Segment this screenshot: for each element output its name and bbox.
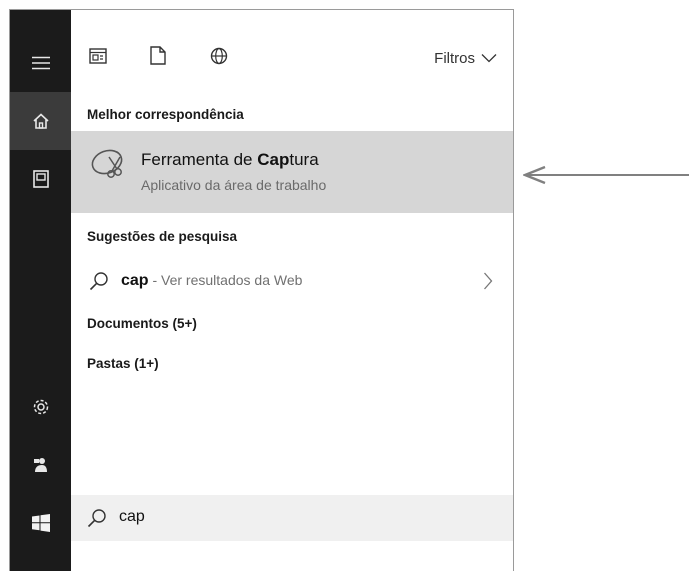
snipping-tool-icon (87, 145, 127, 185)
best-match-result[interactable]: Ferramenta de Captura Aplicativo da área… (71, 131, 513, 213)
chevron-down-icon (481, 50, 497, 67)
suggestion-hint: - Ver resultados da Web (148, 272, 303, 288)
title-suffix: tura (289, 150, 319, 169)
search-input[interactable]: cap (119, 508, 145, 526)
hamburger-menu-icon (31, 56, 50, 70)
feedback-button[interactable] (10, 436, 71, 494)
feedback-icon (32, 456, 50, 474)
search-filter-bar: Filtros (71, 10, 513, 100)
best-match-subtitle: Aplicativo da área de trabalho (141, 177, 327, 193)
search-icon (89, 271, 109, 296)
best-match-heading: Melhor correspondência (87, 107, 244, 122)
pointer-arrow-icon (521, 165, 691, 190)
web-filter-button[interactable] (208, 47, 230, 69)
settings-gear-icon (32, 398, 50, 416)
apps-filter-button[interactable] (87, 47, 109, 69)
search-suggestions-heading: Sugestões de pesquisa (87, 229, 238, 244)
search-results-pane: Filtros Melhor correspondência Ferrament… (71, 10, 513, 571)
filters-label: Filtros (434, 50, 475, 67)
settings-button[interactable] (10, 378, 71, 436)
folders-heading[interactable]: Pastas (1+) (87, 356, 159, 371)
search-box[interactable]: cap (71, 495, 513, 541)
suggestion-text: cap - Ver resultados da Web (121, 272, 302, 290)
documents-filter-button[interactable] (147, 46, 169, 70)
filters-dropdown[interactable]: Filtros (434, 50, 497, 67)
hamburger-menu-button[interactable] (10, 34, 71, 92)
title-prefix: Ferramenta de (141, 150, 258, 169)
notebook-button[interactable] (10, 150, 71, 208)
home-button[interactable] (10, 92, 71, 150)
search-box-icon (87, 508, 107, 533)
start-button[interactable] (10, 494, 71, 552)
web-suggestion-item[interactable]: cap - Ver resultados da Web (71, 265, 513, 303)
documents-heading[interactable]: Documentos (5+) (87, 316, 197, 331)
notebook-icon (32, 170, 49, 188)
title-match: Cap (257, 150, 290, 169)
windows-start-icon (31, 514, 50, 532)
apps-icon (89, 47, 107, 70)
web-icon (210, 47, 228, 70)
left-rail (10, 10, 71, 571)
home-icon (32, 112, 50, 130)
suggestion-query: cap (121, 272, 149, 289)
chevron-right-icon (483, 272, 493, 295)
documents-icon (150, 46, 166, 70)
best-match-title: Ferramenta de Captura (141, 150, 319, 170)
start-menu-search-panel: Filtros Melhor correspondência Ferrament… (9, 9, 514, 571)
